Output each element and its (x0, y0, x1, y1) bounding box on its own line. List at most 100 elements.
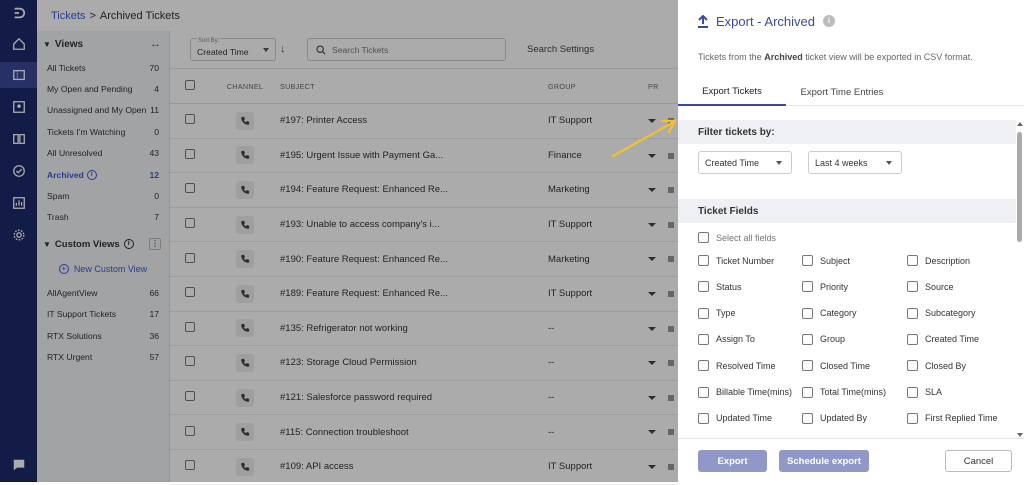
reports-icon[interactable] (0, 190, 37, 216)
row-checkbox[interactable] (185, 287, 195, 298)
export-button[interactable]: Export (698, 450, 767, 472)
field-option[interactable]: Updated Time (698, 412, 772, 424)
table-row[interactable]: #195: Urgent Issue with Payment Ga... Fin… (170, 139, 678, 174)
row-checkbox[interactable] (185, 391, 195, 402)
settings-gear-icon[interactable] (0, 222, 37, 248)
field-checkbox[interactable] (698, 307, 709, 319)
select-all-fields-checkbox[interactable] (698, 232, 709, 243)
expand-arrows-icon[interactable]: ↔ (150, 38, 161, 50)
field-checkbox[interactable] (698, 386, 709, 398)
field-option[interactable]: Subcategory (907, 307, 976, 319)
field-option[interactable]: Type (698, 307, 736, 319)
tasks-check-icon[interactable] (0, 158, 37, 184)
field-option[interactable]: Created Time (907, 333, 979, 345)
custom-view-item[interactable]: IT Support Tickets 17 (37, 304, 169, 325)
ticket-subject[interactable]: #121: Salesforce password required (280, 392, 548, 403)
field-checkbox[interactable] (802, 412, 813, 424)
table-row[interactable]: #109: API access IT Support (170, 450, 678, 485)
field-option[interactable]: Resolved Time (698, 360, 776, 372)
custom-view-item[interactable]: AllAgentView 66 (37, 282, 169, 303)
knowledge-base-icon[interactable] (0, 126, 37, 152)
row-checkbox[interactable] (185, 114, 195, 125)
sort-direction-arrow-icon[interactable]: ↓ (280, 43, 286, 55)
field-checkbox[interactable] (802, 281, 813, 293)
field-option[interactable]: Updated By (802, 412, 867, 424)
scroll-down-arrow-icon[interactable] (1017, 433, 1023, 437)
row-checkbox[interactable] (185, 183, 195, 194)
field-option[interactable]: Assign To (698, 333, 755, 345)
field-option[interactable]: Closed Time (802, 360, 870, 372)
schedule-export-button[interactable]: Schedule export (779, 450, 869, 472)
new-custom-view-button[interactable]: + New Custom View (37, 256, 169, 282)
info-icon[interactable]: i (823, 15, 835, 27)
view-item[interactable]: My Open and Pending 4 (37, 78, 169, 99)
field-checkbox[interactable] (907, 307, 918, 319)
field-checkbox[interactable] (802, 360, 813, 372)
table-row[interactable]: #190: Feature Request: Enhanced Re... Mar… (170, 242, 678, 277)
field-option[interactable]: Source (907, 281, 954, 293)
table-row[interactable]: #121: Salesforce password required -- (170, 381, 678, 416)
field-option[interactable]: Subject (802, 255, 850, 266)
field-option[interactable]: Billable Time(mins) (698, 386, 792, 398)
caret-down-icon[interactable] (648, 257, 656, 262)
field-checkbox[interactable] (698, 333, 709, 345)
field-checkbox[interactable] (802, 333, 813, 345)
caret-down-icon[interactable] (648, 188, 656, 193)
ticket-subject[interactable]: #115: Connection troubleshoot (280, 427, 548, 438)
app-logo-icon[interactable] (0, 0, 37, 26)
cancel-button[interactable]: Cancel (945, 450, 1012, 472)
field-option[interactable]: Priority (802, 281, 848, 293)
field-option[interactable]: Group (802, 333, 845, 345)
custom-view-item[interactable]: RTX Solutions 36 (37, 325, 169, 346)
row-checkbox[interactable] (185, 218, 195, 229)
views-header[interactable]: ▼ Views ↔ (37, 31, 169, 57)
field-option[interactable]: Total Time(mins) (802, 386, 886, 398)
row-checkbox[interactable] (185, 321, 195, 332)
view-item[interactable]: Unassigned and My Open 11 (37, 100, 169, 121)
ticket-subject[interactable]: #197: Printer Access (280, 115, 548, 126)
ticket-subject[interactable]: #123: Storage Cloud Permission (280, 357, 548, 368)
select-all-fields[interactable]: Select all fields (698, 232, 776, 243)
ticket-subject[interactable]: #109: API access (280, 461, 548, 472)
field-option[interactable]: First Replied Time (907, 412, 998, 424)
caret-down-icon[interactable] (648, 291, 656, 296)
table-row[interactable]: #197: Printer Access IT Support (170, 104, 678, 139)
field-option[interactable]: Status (698, 281, 742, 293)
row-checkbox[interactable] (185, 252, 195, 263)
field-checkbox[interactable] (698, 360, 709, 372)
filter-range-select[interactable]: Last 4 weeks (808, 151, 902, 174)
view-item-archived[interactable]: Archived i 12 (37, 164, 169, 185)
select-all-checkbox[interactable] (185, 80, 195, 90)
caret-down-icon[interactable] (648, 464, 656, 469)
view-item[interactable]: All Unresolved 43 (37, 143, 169, 164)
field-checkbox[interactable] (802, 255, 813, 266)
breadcrumb-tickets-link[interactable]: Tickets (51, 10, 85, 22)
field-checkbox[interactable] (907, 281, 918, 293)
view-item[interactable]: Tickets I'm Watching 0 (37, 121, 169, 142)
caret-down-icon[interactable] (648, 430, 656, 435)
field-checkbox[interactable] (802, 386, 813, 398)
caret-down-icon[interactable] (648, 361, 656, 366)
field-checkbox[interactable] (802, 307, 813, 319)
table-row[interactable]: #123: Storage Cloud Permission -- (170, 346, 678, 381)
ticket-subject[interactable]: #135: Refrigerator not working (280, 323, 548, 334)
home-icon[interactable] (0, 31, 37, 57)
ticket-subject[interactable]: #195: Urgent Issue with Payment Ga... (280, 150, 548, 161)
sort-by-select[interactable]: Sort By: Created Time (190, 38, 276, 61)
field-checkbox[interactable] (698, 281, 709, 293)
field-option[interactable]: Closed By (907, 360, 966, 372)
table-row[interactable]: #189: Feature Request: Enhanced Re... IT … (170, 277, 678, 312)
scroll-up-arrow-icon[interactable] (1017, 122, 1023, 126)
field-option[interactable]: Ticket Number (698, 255, 774, 266)
table-row[interactable]: #193: Unable to access company's i... IT … (170, 208, 678, 243)
info-icon[interactable]: i (86, 169, 97, 180)
row-checkbox[interactable] (185, 460, 195, 471)
caret-down-icon[interactable] (648, 395, 656, 400)
contacts-icon[interactable] (0, 94, 37, 120)
field-checkbox[interactable] (698, 412, 709, 424)
field-checkbox[interactable] (907, 412, 918, 424)
tickets-icon[interactable] (0, 62, 37, 88)
field-checkbox[interactable] (907, 386, 918, 398)
drag-handle-icon[interactable]: ⋮ (149, 238, 161, 251)
caret-down-icon[interactable] (648, 222, 656, 227)
